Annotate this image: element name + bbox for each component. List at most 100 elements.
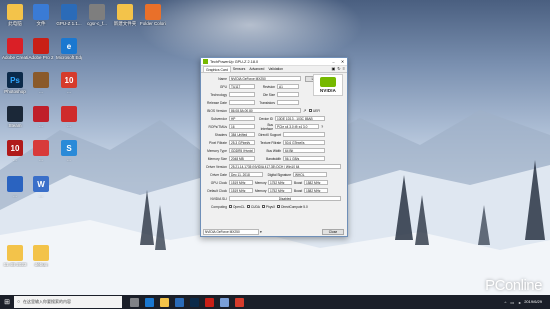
desktop-icon-gpuz[interactable]: GPU-Z 1.1...: [56, 4, 82, 26]
folder-icon: [7, 4, 23, 20]
cuda-checkbox[interactable]: CUDA: [246, 205, 260, 209]
tab-advanced[interactable]: Advanced: [247, 66, 266, 72]
taskbar-explorer-icon[interactable]: [160, 297, 169, 307]
app-icon: [33, 140, 49, 156]
directcompute-checkbox[interactable]: DirectCompute 5.0: [277, 205, 308, 209]
creative-cloud-icon: [7, 38, 23, 54]
desktop-icon-app-8[interactable]: S ...: [56, 140, 82, 162]
watermark: PConline: [485, 277, 542, 294]
row-driver-version: Driver Version 25.21.14.1735 (NVIDIA 417…: [203, 163, 346, 170]
gpuz-app-icon: [203, 59, 208, 64]
desktop-icon-app-7[interactable]: ...: [28, 140, 54, 162]
gpu-select-dropdown[interactable]: NVIDIA GeForce MX250: [203, 229, 259, 235]
physx-checkbox[interactable]: PhysX: [261, 205, 275, 209]
row-driver-date: Driver Date Dec 11, 2018 Digital Signatu…: [203, 171, 346, 178]
nvidia-eye-icon: [320, 77, 336, 87]
window-titlebar[interactable]: TechPowerUp GPU-Z 2.18.0 – ✕: [201, 58, 347, 66]
photoshop-icon: Ps: [7, 72, 23, 88]
desktop-icon-files[interactable]: 文件: [28, 4, 54, 26]
search-placeholder: 在这里输入你要搜索的内容: [23, 299, 72, 304]
menu-icon[interactable]: ≡: [343, 66, 345, 72]
opencl-checkbox[interactable]: OpenCL: [229, 205, 245, 209]
row-release-date: Release Date Transistors: [203, 99, 346, 106]
app-icon: 10: [61, 72, 77, 88]
desktop-icon-this-pc[interactable]: 此电脑: [2, 4, 28, 26]
desktop-icon-app-6[interactable]: 10 ...: [2, 140, 28, 162]
steam-icon: [7, 106, 23, 122]
task-view-icon[interactable]: [130, 297, 139, 307]
row-computing: Computing OpenCL CUDA PhysX DirectComput…: [211, 204, 308, 209]
graphics-card-panel: Name NVIDIA GeForce MX250 Lookup GPU TU1…: [203, 75, 346, 225]
clock-date: 2019/6/29: [524, 298, 542, 304]
desktop-icon-word[interactable]: W ...: [28, 176, 54, 198]
row-memory-size: Memory Size 2048 MB Bandwidth 56.1 GB/s: [203, 155, 346, 162]
desktop-icon-adobe-pro[interactable]: Adobe Pro 2: [28, 38, 54, 60]
taskbar-edge-icon[interactable]: [145, 297, 154, 307]
taskbar-search[interactable]: ○ 在这里输入你要搜索的内容: [14, 296, 122, 308]
desktop-icon-cgsr[interactable]: cgsr-c_f...: [84, 4, 110, 26]
row-subvendor: Subvendor HP Device ID 10DE 1D13 - 103C …: [203, 115, 346, 122]
clock[interactable]: 2019/6/29: [524, 298, 542, 305]
taskbar-app-icon[interactable]: [190, 297, 199, 307]
gpuz-icon: [61, 4, 77, 20]
desktop-icon-new-folder[interactable]: 新建文件夹: [112, 4, 138, 26]
close-button[interactable]: Close: [322, 229, 344, 235]
name-field: NVIDIA GeForce MX250: [229, 75, 301, 82]
chevron-up-icon[interactable]: ^: [505, 300, 507, 305]
tab-validation[interactable]: Validation: [266, 66, 285, 72]
desktop-icon-debug[interactable]: debug: [28, 245, 54, 267]
desktop-icon-app-9[interactable]: ...: [2, 176, 28, 198]
document-icon: [33, 4, 49, 20]
nvidia-logo: NVIDIA: [313, 74, 343, 96]
taskbar-store-icon[interactable]: [175, 297, 184, 307]
desktop-icon-folder-colorizer[interactable]: Folder Colorizer BitmapSystem: [140, 4, 166, 26]
desktop-icon-app-3[interactable]: 10 ...: [56, 72, 82, 94]
app-icon: [61, 106, 77, 122]
taskbar-app-icon[interactable]: [205, 297, 214, 307]
window-footer: NVIDIA GeForce MX250 ▾ Close: [203, 228, 346, 236]
search-icon: ○: [17, 299, 21, 305]
system-tray: ^ ▭ ◂ 2019/6/29: [505, 298, 550, 305]
desktop-icon-folder-a[interactable]: 11.4B 2023: [2, 245, 28, 267]
chevron-down-icon[interactable]: ▾: [260, 230, 262, 234]
edge-icon: e: [61, 38, 77, 54]
acrobat-icon: [33, 38, 49, 54]
close-icon[interactable]: ✕: [338, 59, 347, 64]
tab-sensors[interactable]: Sensors: [231, 66, 247, 72]
app-icon: [33, 106, 49, 122]
word-icon: W: [33, 176, 49, 192]
taskbar: ⊞ ○ 在这里输入你要搜索的内容 ^ ▭ ◂ 2019/6/29: [0, 295, 550, 309]
folder-icon: [117, 4, 133, 20]
app-icon: [89, 4, 105, 20]
refresh-icon[interactable]: ↻: [337, 66, 340, 72]
taskbar-app-icon[interactable]: [235, 297, 244, 307]
taskbar-app-icon[interactable]: [220, 297, 229, 307]
windows-start-icon[interactable]: ⊞: [0, 298, 14, 306]
folder-icon: [33, 245, 49, 261]
taskbar-apps: [130, 297, 244, 307]
desktop-icon-creative-cloud[interactable]: Adobe Creative Cloud: [2, 38, 28, 60]
help-icon[interactable]: ?: [321, 124, 323, 129]
tab-graphics-card[interactable]: Graphics Card: [203, 66, 231, 72]
camera-icon[interactable]: ▣: [332, 66, 336, 72]
desktop-icon-app-2[interactable]: ...: [28, 72, 54, 94]
folder-icon: [7, 245, 23, 261]
app-icon: S: [61, 140, 77, 156]
desktop-icon-photoshop[interactable]: Ps Photoshop: [2, 72, 28, 94]
desktop-icon-app-5[interactable]: ...: [56, 106, 82, 128]
row-shaders: Shaders 384 Unified DirectX Support: [203, 131, 346, 138]
desktop-icon-edge[interactable]: e Microsoft Edge: [56, 38, 82, 60]
app-icon: [7, 176, 23, 192]
row-rops: ROPs/TMUs 16 Bus Interface PCIe x4 3.0 @…: [208, 122, 324, 131]
network-icon[interactable]: ▭: [510, 300, 514, 305]
row-bios: BIOS Version 86.08.5A.00.80 ↗ UEFI: [207, 107, 321, 114]
row-default-clock: Default Clock 1519 MHz Memory 1752 MHz B…: [203, 187, 346, 194]
app-icon: [33, 72, 49, 88]
uefi-checkbox[interactable]: UEFI: [309, 109, 320, 113]
desktop-icon-app-4[interactable]: ...: [28, 106, 54, 128]
desktop-icon-steam[interactable]: Steam: [2, 106, 28, 128]
minimize-icon[interactable]: –: [329, 59, 338, 64]
row-memory-type: Memory Type GDDR5 (Hynix) Bus Width 64 B…: [203, 147, 346, 154]
volume-icon[interactable]: ◂: [518, 300, 520, 305]
tab-bar: Graphics Card Sensors Advanced Validatio…: [201, 66, 347, 73]
